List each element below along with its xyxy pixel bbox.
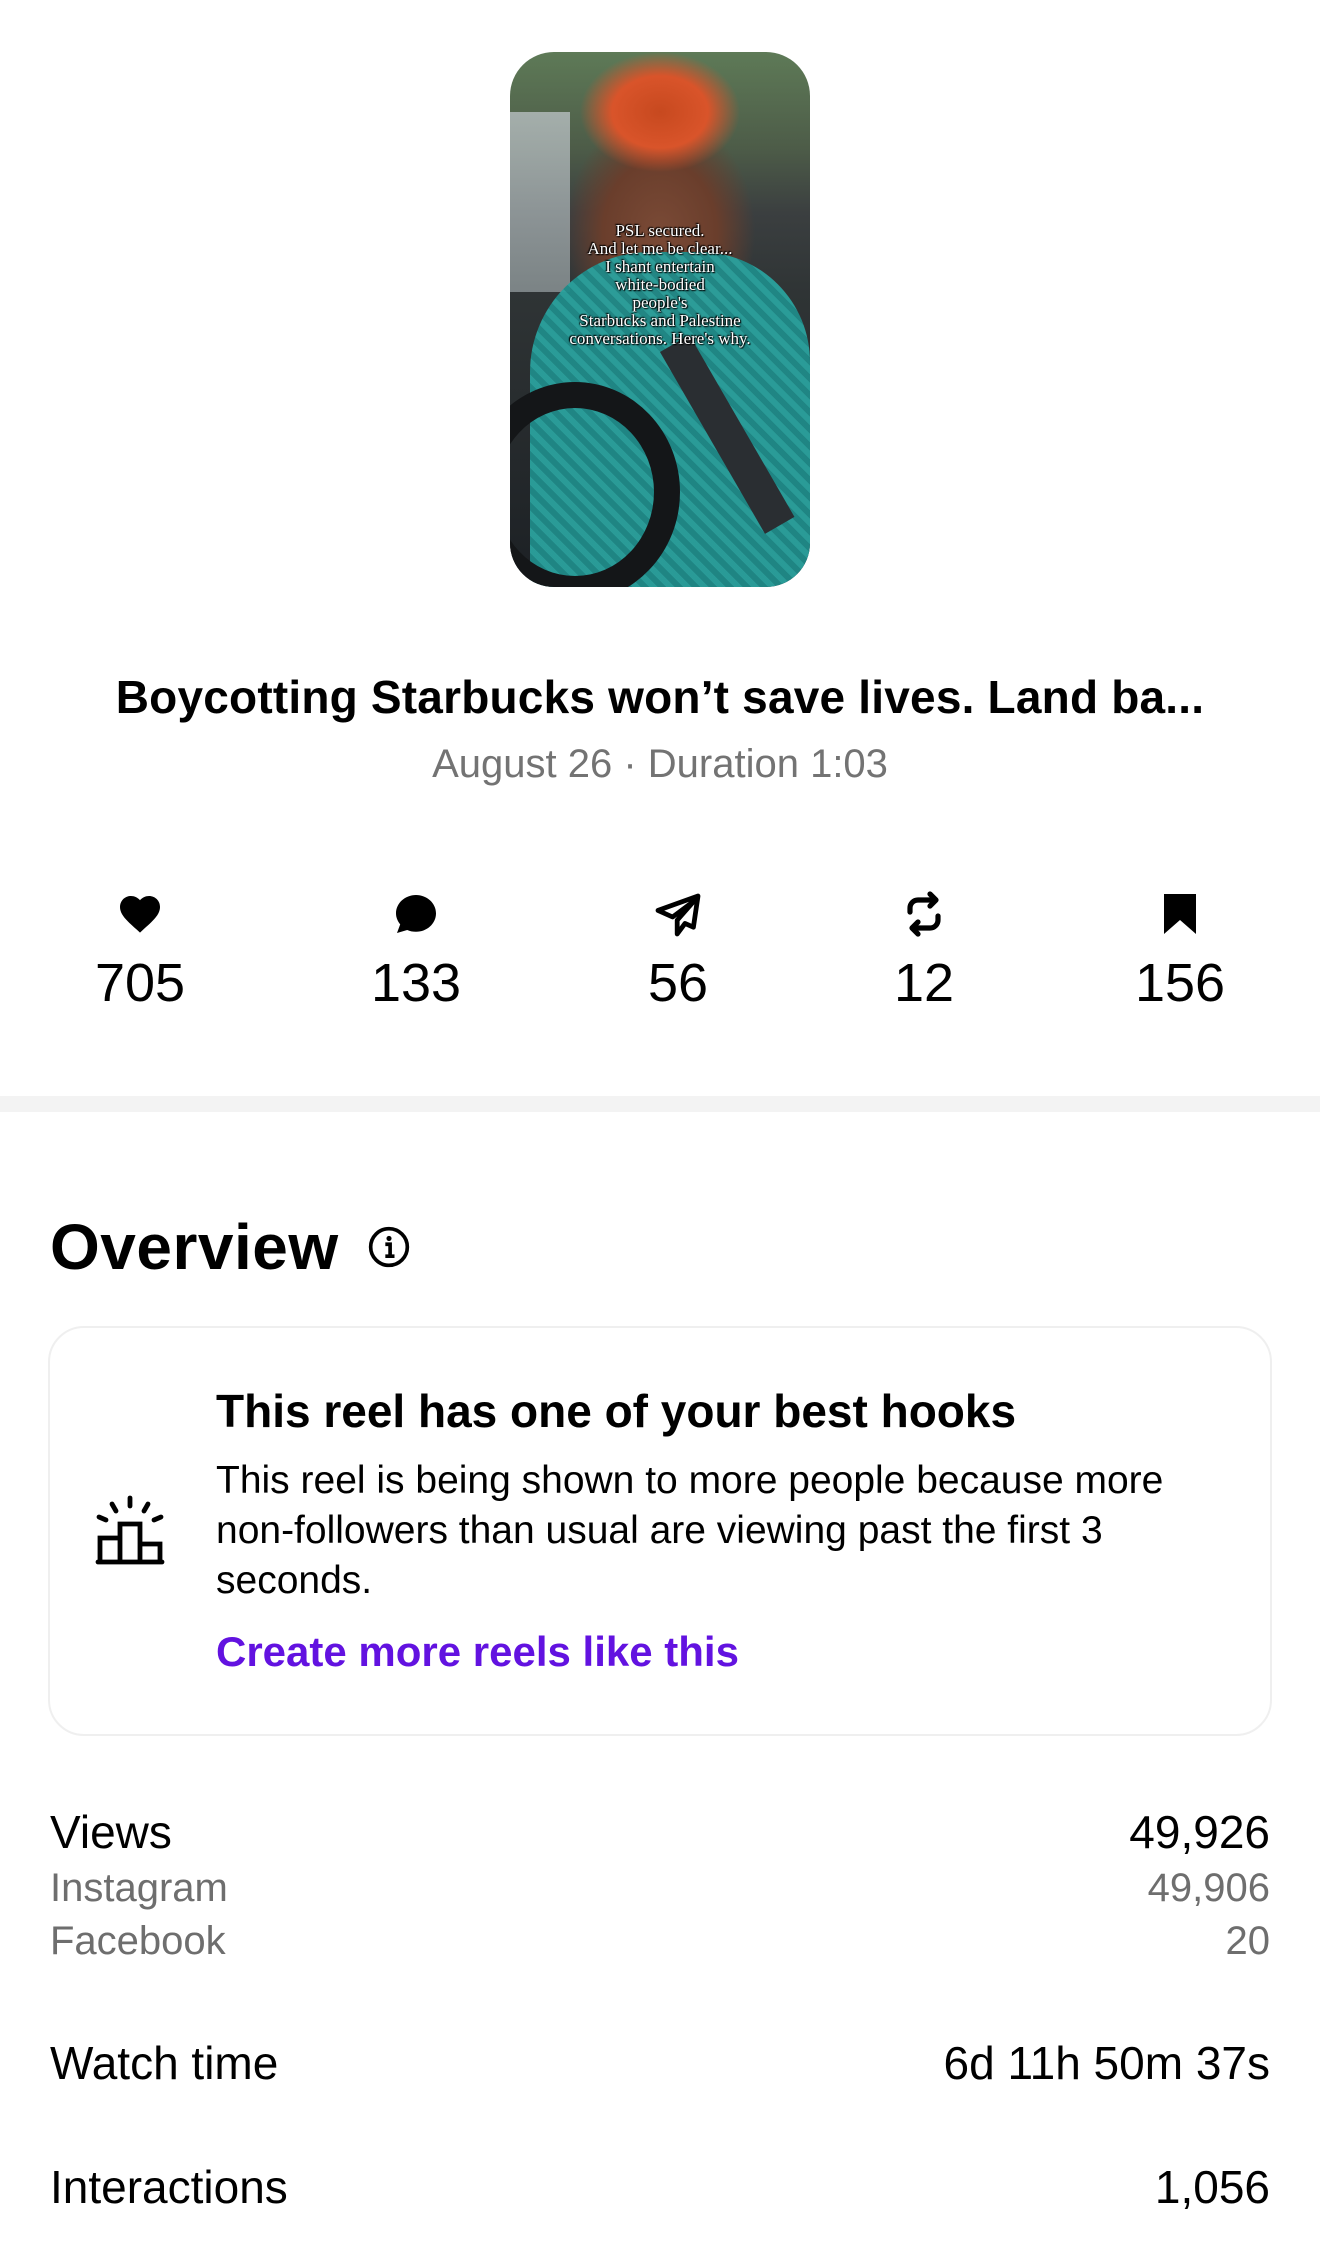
watch-time-label: Watch time bbox=[50, 2037, 279, 2089]
share-icon bbox=[655, 893, 701, 937]
reel-meta: August 26 · Duration 1:03 bbox=[432, 742, 888, 786]
podium-sparkle-icon bbox=[95, 1495, 165, 1565]
instagram-views-value: 49,906 bbox=[1147, 1866, 1270, 1910]
caption-line: people's bbox=[632, 293, 688, 312]
stat-saves: 156 bbox=[1080, 890, 1280, 1014]
facebook-views-label: Facebook bbox=[50, 1919, 226, 1963]
caption-line: I shant entertain bbox=[605, 257, 715, 276]
stat-reposts: 12 bbox=[824, 890, 1024, 1014]
reel-thumbnail[interactable]: PSL secured. And let me be clear... I sh… bbox=[510, 52, 810, 587]
hook-description: This reel is being shown to more people … bbox=[216, 1459, 1164, 1602]
interactions-value: 1,056 bbox=[1154, 2161, 1270, 2213]
comment-icon bbox=[396, 895, 436, 933]
interactions-label[interactable]: Interactions bbox=[50, 2160, 288, 2214]
saves-count: 156 bbox=[1134, 953, 1226, 1013]
comments-count: 133 bbox=[370, 953, 462, 1013]
watch-time-value: 6d 11h 50m 37s bbox=[943, 2037, 1271, 2089]
stat-comments: 133 bbox=[316, 890, 516, 1014]
reel-caption-overlay: PSL secured. And let me be clear... I sh… bbox=[540, 222, 780, 348]
repost-icon bbox=[907, 891, 941, 937]
caption-line: white-bodied bbox=[615, 275, 705, 294]
overview-heading: Overview bbox=[50, 1211, 339, 1283]
heart-icon bbox=[120, 896, 160, 933]
reposts-count: 12 bbox=[893, 953, 955, 1013]
section-divider bbox=[0, 1096, 1320, 1112]
stat-likes: 705 bbox=[40, 890, 240, 1014]
info-icon[interactable] bbox=[367, 1225, 411, 1269]
caption-line: Starbucks and Palestine bbox=[579, 311, 741, 330]
views-label: Views bbox=[50, 1806, 172, 1858]
instagram-views-label: Instagram bbox=[50, 1866, 228, 1910]
views-value: 49,926 bbox=[1129, 1806, 1270, 1858]
create-more-reels-link[interactable]: Create more reels like this bbox=[216, 1628, 739, 1676]
likes-count: 705 bbox=[94, 953, 186, 1013]
caption-line: conversations. Here's why. bbox=[569, 329, 751, 348]
caption-line: And let me be clear... bbox=[587, 239, 733, 258]
shares-count: 56 bbox=[647, 953, 709, 1013]
reel-title: Boycotting Starbucks won’t save lives. L… bbox=[115, 671, 1205, 723]
overview-header: Overview bbox=[50, 1210, 411, 1284]
caption-line: PSL secured. bbox=[615, 221, 705, 240]
hook-title: This reel has one of your best hooks bbox=[216, 1385, 1017, 1437]
stat-shares: 56 bbox=[578, 890, 778, 1014]
bookmark-icon bbox=[1164, 894, 1196, 934]
facebook-views-value: 20 bbox=[1225, 1919, 1271, 1963]
engagement-stats: 705 133 56 12 156 bbox=[0, 890, 1320, 1020]
hook-insight-card: This reel has one of your best hooks Thi… bbox=[48, 1326, 1272, 1736]
